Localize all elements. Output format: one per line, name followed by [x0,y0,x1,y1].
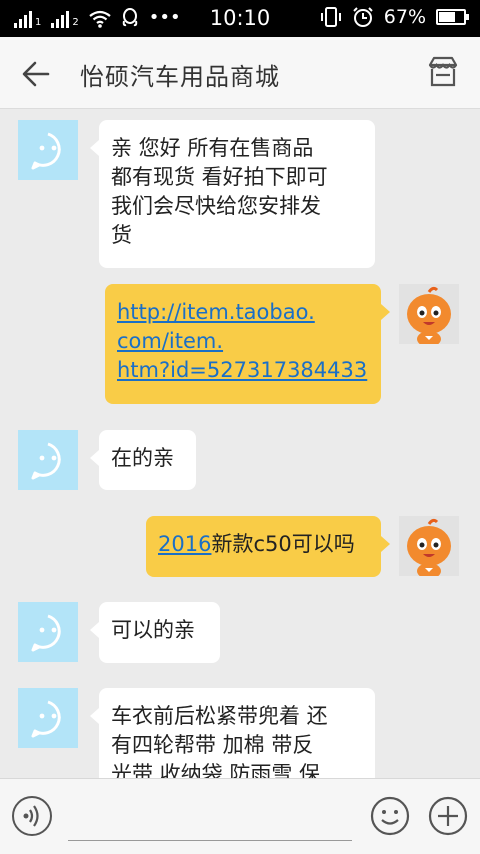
plus-icon[interactable] [428,796,468,836]
shop-avatar[interactable] [18,602,78,662]
incoming-message[interactable]: 车衣前后松紧带兜着 还 有四轮帮带 加棉 带反 光带 收纳袋 防雨雪 保 [90,688,375,778]
emoji-icon[interactable] [370,796,410,836]
message-text: 可以的亲 [111,618,195,642]
incoming-message[interactable]: 亲 您好 所有在售商品 都有现货 看好拍下即可 我们会尽快给您安排发 货 [90,120,375,268]
mascot-avatar-icon [407,518,451,576]
message-link[interactable]: htm?id=527317384433 [117,356,369,385]
chat-bot-icon [31,442,61,480]
shop-avatar[interactable] [18,688,78,748]
chat-bot-icon [31,614,61,652]
message-link[interactable]: com/item. [117,327,369,356]
shop-avatar[interactable] [18,430,78,490]
alarm-clock-icon [353,7,373,27]
message-input-bar [0,778,480,854]
status-right: 67% [320,6,469,28]
chat-bot-icon [31,132,61,170]
mascot-avatar-icon [407,286,451,344]
message-line: 车衣前后松紧带兜着 还 [111,704,328,728]
user-avatar[interactable] [399,516,459,576]
shop-avatar[interactable] [18,120,78,180]
chat-bot-icon [31,700,61,738]
page-title: 怡硕汽车用品商城 [80,63,280,91]
incoming-message[interactable]: 可以的亲 [90,602,220,663]
sound-wave-icon [23,805,39,827]
status-bar: 1 2 ••• 10:10 67% [0,0,480,37]
storefront-icon[interactable] [426,55,460,89]
message-line: 亲 您好 所有在售商品 [111,136,314,160]
message-link[interactable]: 2016 [158,532,211,556]
message-link[interactable]: http://item.taobao. [117,298,369,327]
chat-message-list[interactable]: 亲 您好 所有在售商品 都有现货 看好拍下即可 我们会尽快给您安排发 货 htt… [0,110,480,778]
message-line: 都有现货 看好拍下即可 [111,165,328,189]
outgoing-message[interactable]: http://item.taobao. com/item. htm?id=527… [105,284,390,404]
message-input[interactable] [68,793,352,841]
voice-icon[interactable] [12,796,52,836]
message-line: 光带 收纳袋 防雨雪 保 [111,762,321,778]
battery-icon [436,9,469,25]
message-line: 货 [111,223,132,247]
message-line: 有四轮帮带 加棉 带反 [111,733,314,757]
arrow-left-icon[interactable] [20,59,52,89]
message-line: 我们会尽快给您安排发 [111,194,321,218]
outgoing-message[interactable]: 2016新款c50可以吗 [146,516,390,577]
chat-header: 怡硕汽车用品商城 [0,37,480,109]
battery-fill [439,12,456,22]
incoming-message[interactable]: 在的亲 [90,430,196,490]
battery-percent: 67% [383,6,426,28]
user-avatar[interactable] [399,284,459,344]
message-text: 在的亲 [111,446,174,470]
vibrate-icon [320,7,341,27]
message-text: 新款c50可以吗 [211,532,355,556]
